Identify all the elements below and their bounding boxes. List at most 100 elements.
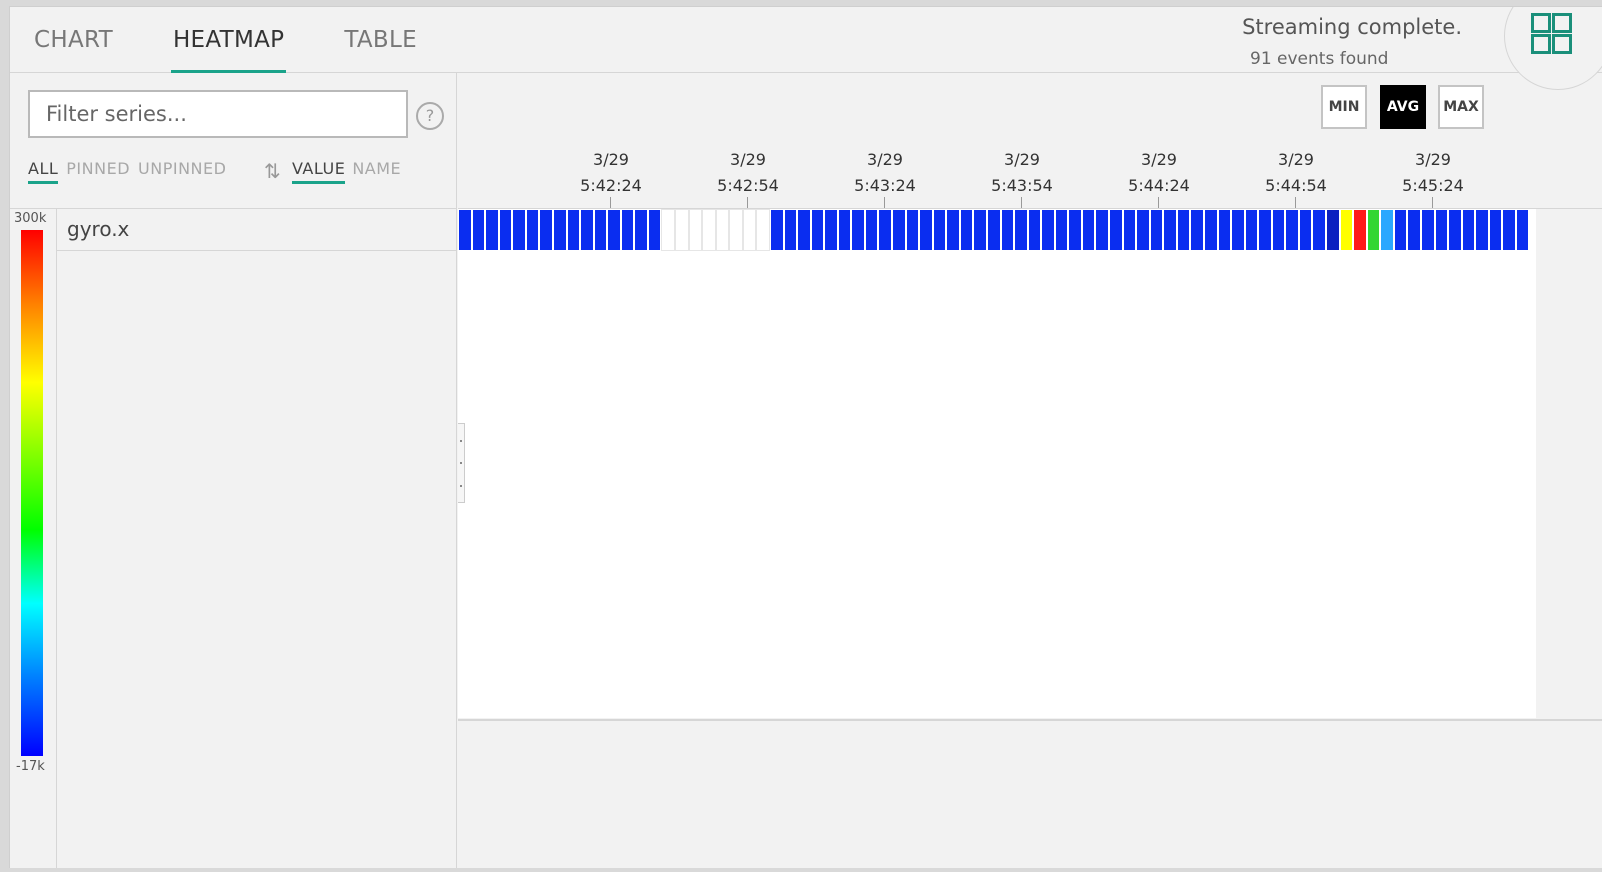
max-button[interactable]: MAX [1438,85,1484,129]
heatmap-cell[interactable] [539,209,553,251]
heatmap-cell[interactable] [580,209,594,251]
heatmap-cell[interactable] [661,209,675,251]
heatmap-cell[interactable] [1461,209,1476,251]
heatmap-cell[interactable] [1393,209,1408,251]
sort-name[interactable]: NAME [352,159,401,178]
heatmap-cell[interactable] [797,209,811,251]
heatmap-cell[interactable] [1136,209,1150,251]
heatmap-cell[interactable] [986,209,1001,251]
heatmap-cell[interactable] [959,209,974,251]
heatmap-cell[interactable] [824,209,838,251]
heatmap-cell[interactable] [1095,209,1109,251]
heatmap-cell[interactable] [1122,209,1137,251]
heatmap-cell[interactable] [485,209,499,251]
heatmap-cell[interactable] [512,209,526,251]
heatmap-cell[interactable] [1434,209,1449,251]
heatmap-cell[interactable] [458,209,472,251]
heatmap-cell[interactable] [1217,209,1232,251]
heatmap-cell[interactable] [932,209,947,251]
heatmap-cell[interactable] [946,209,960,251]
heatmap-cell[interactable] [1163,209,1177,251]
filter-all[interactable]: ALL [28,159,59,184]
heatmap-cell[interactable] [1285,209,1299,251]
heatmap-cell[interactable] [878,209,892,251]
heatmap-cell[interactable] [1515,209,1530,251]
heatmap-cell[interactable] [1244,209,1259,251]
heatmap-cell[interactable] [1448,209,1462,251]
heatmap-cell[interactable] [864,209,879,251]
heatmap-cell[interactable] [1488,209,1503,251]
heatmap-cell[interactable] [715,209,730,251]
heatmap-cell[interactable] [892,209,906,251]
heatmap-cell[interactable] [837,209,852,251]
heatmap-cell[interactable] [973,209,987,251]
heatmap-cell[interactable] [1149,209,1164,251]
tab-heatmap[interactable]: HEATMAP [163,7,294,73]
heatmap-cell[interactable] [1054,209,1069,251]
heatmap-cell[interactable] [702,209,716,251]
heatmap-cell[interactable] [620,209,635,251]
filter-series-input[interactable] [28,90,408,138]
heatmap-cell[interactable] [1502,209,1516,251]
heatmap-cell[interactable] [1407,209,1421,251]
heatmap-cell[interactable] [783,209,798,251]
tab-table[interactable]: TABLE [334,7,427,73]
avg-button[interactable]: AVG [1380,85,1426,129]
heatmap-cell[interactable] [498,209,513,251]
heatmap-cell[interactable] [675,209,689,251]
time-axis-label: 3/29 5:42:24 [566,147,656,199]
heatmap-cell[interactable] [634,209,648,251]
heatmap-cell[interactable] [1190,209,1204,251]
heatmap-cell[interactable] [1109,209,1123,251]
help-icon[interactable]: ? [416,102,444,130]
heatmap-cell[interactable] [1366,209,1381,251]
heatmap-cell[interactable] [1339,209,1354,251]
sort-icon[interactable]: ⇅ [264,159,281,183]
heatmap-cell[interactable] [1027,209,1042,251]
sort-value[interactable]: VALUE [292,159,346,184]
panel-resize-handle[interactable] [458,423,465,503]
heatmap-cell[interactable] [688,209,703,251]
heatmap-cell[interactable] [1231,209,1245,251]
heatmap-cell[interactable] [905,209,920,251]
heatmap-cell[interactable] [607,209,621,251]
heatmap-cell[interactable] [1081,209,1096,251]
heatmap-cell[interactable] [851,209,865,251]
heatmap-row-gyro-x[interactable] [458,209,1530,251]
heatmap-cell[interactable] [1312,209,1326,251]
filter-unpinned[interactable]: UNPINNED [138,159,226,178]
heatmap-cell[interactable] [1041,209,1055,251]
heatmap-cell[interactable] [1014,209,1028,251]
heatmap-cell[interactable] [552,209,567,251]
heatmap-window: CHART HEATMAP TABLE Streaming complete. 91… [9,6,1602,868]
heatmap-cell[interactable] [471,209,486,251]
heatmap-cell[interactable] [1258,209,1272,251]
legend-max-label: 300k [14,211,47,226]
heatmap-cell[interactable] [593,209,608,251]
time-axis-time: 5:44:24 [1128,176,1190,195]
heatmap-cell[interactable] [1068,209,1082,251]
heatmap-cell[interactable] [1420,209,1435,251]
heatmap-cell[interactable] [1000,209,1015,251]
filter-pinned[interactable]: PINNED [66,159,130,178]
heatmap-cell[interactable] [1353,209,1367,251]
heatmap-cell[interactable] [919,209,933,251]
heatmap-cell[interactable] [1203,209,1218,251]
heatmap-cell[interactable] [647,209,662,251]
series-row[interactable]: gyro.x [57,209,457,251]
heatmap-cell[interactable] [1380,209,1394,251]
heatmap-cell[interactable] [769,209,784,251]
heatmap-cell[interactable] [525,209,540,251]
heatmap-cell[interactable] [810,209,825,251]
heatmap-cell[interactable] [729,209,743,251]
min-button[interactable]: MIN [1321,85,1367,129]
heatmap-cell[interactable] [756,209,770,251]
heatmap-cell[interactable] [1298,209,1313,251]
tab-chart[interactable]: CHART [24,7,123,73]
heatmap-cell[interactable] [1475,209,1489,251]
heatmap-cell[interactable] [566,209,581,251]
heatmap-cell[interactable] [1176,209,1191,251]
heatmap-cell[interactable] [1326,209,1340,251]
heatmap-cell[interactable] [1271,209,1286,251]
heatmap-cell[interactable] [742,209,757,251]
